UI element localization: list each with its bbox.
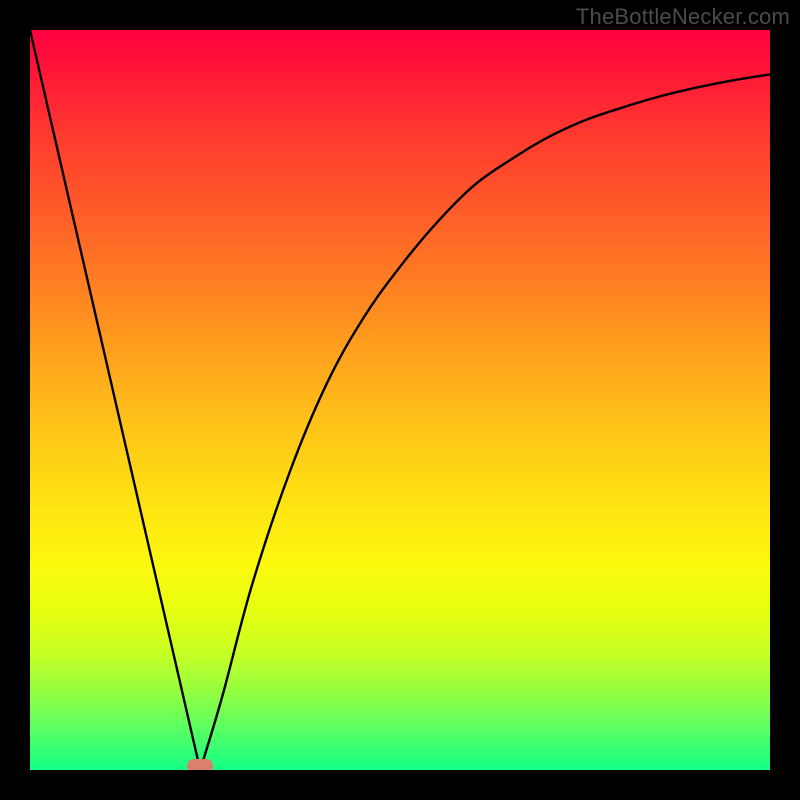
plot-area xyxy=(30,30,770,770)
bottleneck-curve xyxy=(30,30,770,770)
chart-frame: TheBottleNecker.com xyxy=(0,0,800,800)
optimal-point-marker xyxy=(187,759,213,770)
watermark-text: TheBottleNecker.com xyxy=(576,4,790,30)
